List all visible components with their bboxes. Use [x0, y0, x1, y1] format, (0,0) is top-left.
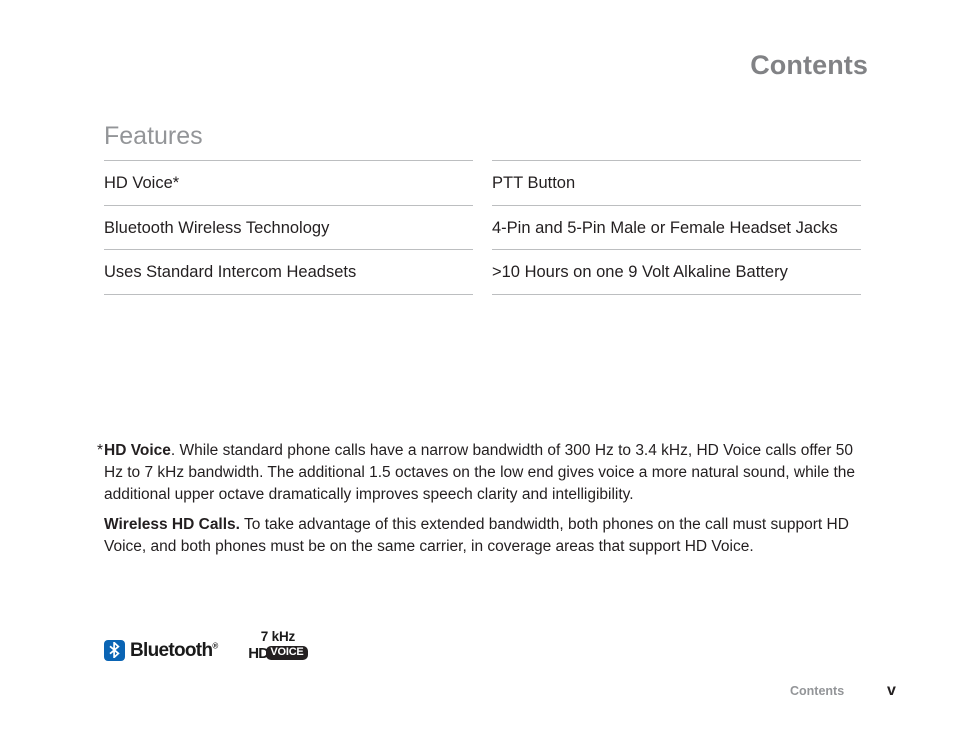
column-bottom-rule	[104, 293, 473, 295]
features-right-column: PTT Button 4-Pin and 5-Pin Male or Femal…	[492, 160, 861, 295]
footnotes: * HD Voice. While standard phone calls ha…	[97, 440, 857, 567]
bluetooth-wordmark: Bluetooth®	[130, 641, 218, 660]
section-heading: Features	[104, 122, 203, 150]
feature-item: >10 Hours on one 9 Volt Alkaline Battery	[492, 249, 861, 294]
footnote-marker: *	[97, 442, 104, 459]
hd-voice-logo: 7 kHz HD VOICE	[248, 629, 308, 662]
registered-mark: ®	[212, 641, 219, 651]
features-left-column: HD Voice* Bluetooth Wireless Technology …	[104, 160, 473, 295]
footnote-body: . While standard phone calls have a narr…	[104, 442, 856, 503]
hd-voice-hd-text: HD	[248, 644, 269, 662]
feature-item: Uses Standard Intercom Headsets	[104, 249, 473, 294]
bluetooth-logo: Bluetooth®	[104, 639, 218, 661]
footer-page-number: v	[887, 682, 896, 699]
hd-voice-bandwidth-label: 7 kHz	[260, 629, 296, 644]
bluetooth-wordmark-text: Bluetooth	[130, 639, 213, 661]
bluetooth-rune-icon	[104, 639, 125, 661]
footnote-term: Wireless HD Calls.	[104, 516, 240, 534]
footnote-hd-voice: * HD Voice. While standard phone calls ha…	[97, 440, 857, 505]
footer-section-label: Contents	[790, 684, 845, 698]
feature-item: PTT Button	[492, 160, 861, 205]
column-bottom-rule	[492, 293, 861, 295]
hd-voice-mark: HD VOICE	[248, 644, 308, 662]
footnote-term: HD Voice	[104, 442, 171, 459]
feature-item: HD Voice*	[104, 160, 473, 205]
feature-item: Bluetooth Wireless Technology	[104, 204, 473, 250]
hd-voice-badge: VOICE	[266, 645, 308, 661]
footnote-wireless-hd-calls: Wireless HD Calls. To take advantage of …	[97, 514, 857, 558]
logo-row: Bluetooth® 7 kHz HD VOICE	[104, 630, 308, 661]
running-head: Contents	[750, 50, 868, 80]
feature-item: 4-Pin and 5-Pin Male or Female Headset J…	[492, 204, 861, 250]
